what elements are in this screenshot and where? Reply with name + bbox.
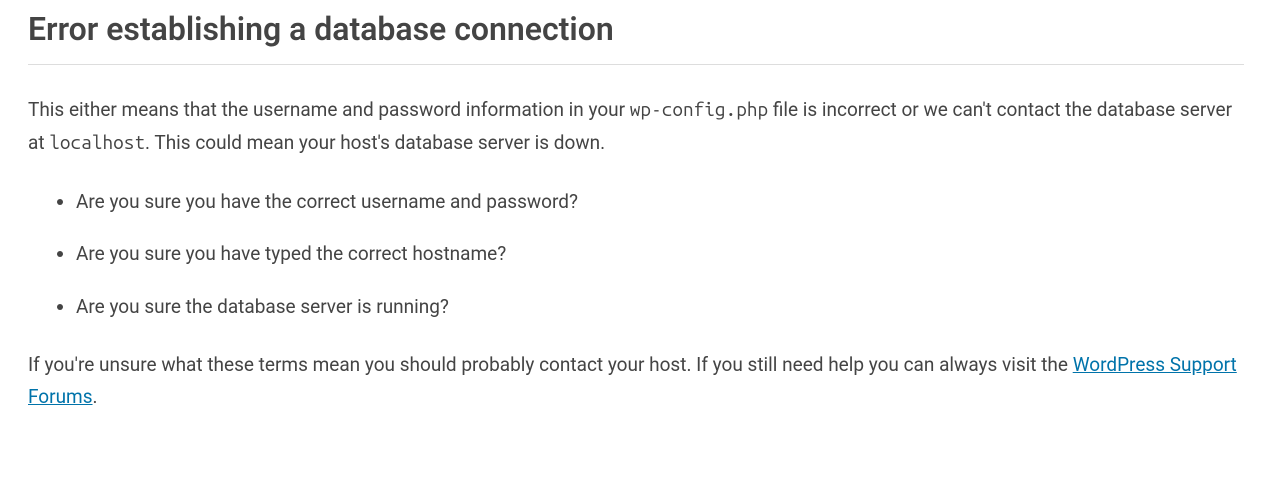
list-item: Are you sure the database server is runn… [76,293,1244,322]
list-item: Are you sure you have typed the correct … [76,240,1244,269]
error-heading: Error establishing a database connection [28,10,1244,65]
db-host-code: localhost [49,131,145,153]
error-page: Error establishing a database connection… [0,10,1272,414]
footer-paragraph: If you're unsure what these terms mean y… [28,349,1244,414]
intro-text-1: This either means that the username and … [28,98,630,121]
footer-text-2: . [93,385,98,408]
intro-text-3: . This could mean your host's database s… [145,131,605,154]
footer-text-1: If you're unsure what these terms mean y… [28,353,1073,376]
config-file-code: wp-config.php [630,98,768,120]
list-item: Are you sure you have the correct userna… [76,188,1244,217]
troubleshoot-list: Are you sure you have the correct userna… [28,188,1244,322]
intro-paragraph: This either means that the username and … [28,93,1244,160]
